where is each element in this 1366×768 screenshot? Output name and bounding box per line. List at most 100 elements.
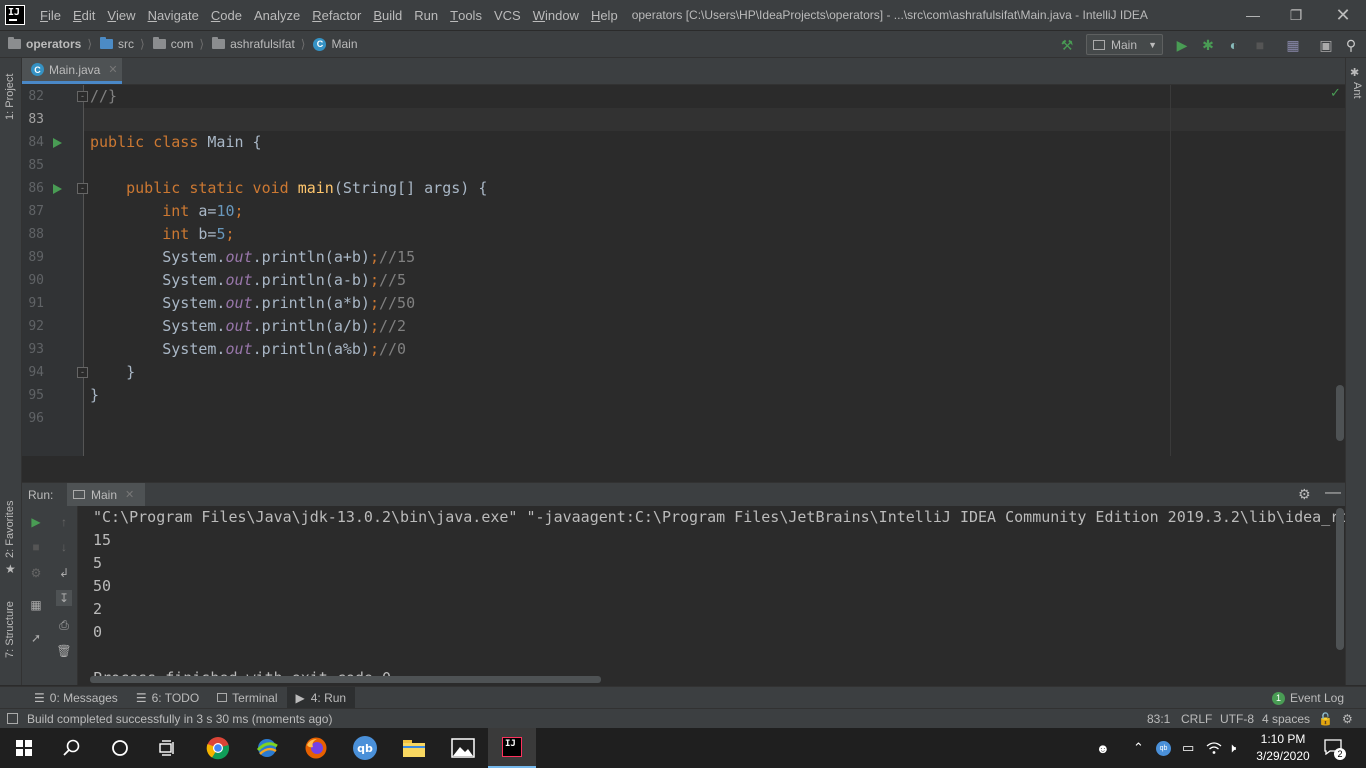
run-configuration-select[interactable]: Main ▼ [1086, 34, 1163, 55]
breadcrumb-src[interactable]: src ⟩ [92, 31, 145, 57]
menu-tools[interactable]: Tools [444, 0, 488, 30]
menu-view[interactable]: View [101, 0, 141, 30]
wifi-icon[interactable] [1206, 728, 1222, 768]
favorites-tool-button[interactable]: 2: Favorites [4, 501, 16, 558]
gutter-run-icon[interactable] [53, 184, 62, 194]
tool-tab-run[interactable]: ▶ 4: Run [286, 686, 356, 709]
run-icon[interactable]: ▶ [1173, 36, 1191, 54]
photos-icon[interactable] [439, 728, 487, 768]
windows-start-icon[interactable] [0, 728, 48, 768]
close-window-icon[interactable]: ✕ [1320, 0, 1366, 30]
close-tab-icon[interactable]: ✕ [108, 63, 117, 76]
line-separator[interactable]: CRLF [1181, 709, 1212, 729]
project-tool-button[interactable]: 1: Project [4, 74, 16, 120]
search-icon[interactable] [48, 728, 96, 768]
trash-icon[interactable]: 🗑 [56, 643, 72, 659]
console-horizontal-scrollbar[interactable] [90, 676, 601, 683]
internet-download-icon[interactable] [243, 728, 291, 768]
menu-code[interactable]: Code [205, 0, 248, 30]
console-output[interactable]: "C:\Program Files\Java\jdk-13.0.2\bin\ja… [78, 506, 1345, 685]
hide-panel-icon[interactable]: — [1325, 484, 1341, 502]
menu-navigate[interactable]: Navigate [142, 0, 205, 30]
menu-analyze[interactable]: Analyze [248, 0, 306, 30]
tool-tab-terminal[interactable]: Terminal [208, 687, 286, 709]
tool-windows-icon[interactable] [7, 713, 18, 724]
chrome-icon[interactable] [194, 728, 242, 768]
inspector-icon[interactable]: ⚙ [1342, 709, 1353, 729]
menu-run[interactable]: Run [408, 0, 444, 30]
presentation-icon[interactable]: ▣ [1317, 36, 1335, 54]
menu-refactor[interactable]: Refactor [306, 0, 367, 30]
clock[interactable]: 1:10 PM 3/29/2020 [1248, 731, 1318, 765]
arrow-up-icon[interactable]: ↑ [56, 514, 72, 530]
fold-marker-icon[interactable]: - [77, 367, 88, 378]
chevron-up-icon[interactable]: ⌃ [1133, 728, 1144, 768]
cortana-icon[interactable] [96, 728, 144, 768]
menu-build[interactable]: Build [367, 0, 408, 30]
layout-icon[interactable]: ▦ [28, 597, 44, 613]
run-with-coverage-icon[interactable]: ◐ [1225, 36, 1243, 54]
tool-tab-messages[interactable]: ☰ 0: Messages [25, 687, 127, 709]
fold-marker-icon[interactable]: - [77, 91, 88, 102]
qbittorrent-tray-icon[interactable]: qb [1156, 728, 1171, 768]
ant-tool-button[interactable]: Ant [1351, 82, 1363, 99]
soft-wrap-icon[interactable]: ↲ [56, 565, 72, 581]
breadcrumb-main[interactable]: C Main [305, 31, 358, 57]
intellij-logo-icon[interactable]: IJ [5, 5, 25, 25]
dump-threads-icon[interactable]: ⚙ [28, 565, 44, 581]
editor-run-splitter[interactable] [22, 456, 1345, 482]
caret-position[interactable]: 83:1 [1147, 709, 1170, 729]
breadcrumb-ashrafulsifat[interactable]: ashrafulsifat ⟩ [204, 31, 305, 57]
event-log-button[interactable]: 1 Event Log [1271, 687, 1344, 709]
build-hammer-icon[interactable]: ⚒ [1058, 36, 1076, 54]
breadcrumb-project[interactable]: operators ⟩ [0, 31, 92, 57]
file-encoding[interactable]: UTF-8 [1220, 709, 1254, 729]
pin-icon[interactable]: ➚ [28, 630, 44, 646]
task-view-icon[interactable] [144, 728, 192, 768]
line-number: 87 [28, 204, 44, 219]
project-structure-icon[interactable]: ▦ [1284, 36, 1302, 54]
stop-icon[interactable]: ■ [1251, 36, 1269, 54]
menu-vcs[interactable]: VCS [488, 0, 527, 30]
console-vertical-scrollbar[interactable] [1336, 508, 1344, 650]
close-tab-icon[interactable]: ✕ [125, 488, 134, 501]
notifications-icon[interactable]: 2 [1324, 728, 1346, 768]
menu-help[interactable]: Help [585, 0, 624, 30]
settings-gear-icon[interactable]: ⚙ [1298, 486, 1311, 503]
power-icon[interactable]: ▭ [1182, 728, 1194, 768]
menu-edit[interactable]: Edit [67, 0, 101, 30]
tool-tab-todo[interactable]: ☰ 6: TODO [127, 687, 208, 709]
scroll-to-end-icon[interactable]: ↧ [56, 590, 72, 606]
structure-tool-button[interactable]: 7: Structure [4, 601, 16, 658]
line-number: 88 [28, 227, 44, 242]
menu-window[interactable]: Window [527, 0, 585, 30]
rerun-icon[interactable]: ▶ [28, 514, 44, 530]
breadcrumb-com[interactable]: com ⟩ [145, 31, 204, 57]
code-line: int a=10; [162, 202, 244, 220]
code-line: } [90, 363, 136, 381]
run-tool-label: Run: [28, 487, 54, 502]
file-explorer-icon[interactable] [390, 728, 438, 768]
tab-main-java[interactable]: C Main.java ✕ [22, 58, 122, 84]
arrow-down-icon[interactable]: ↓ [56, 539, 72, 555]
restore-icon[interactable]: ❐ [1273, 0, 1319, 30]
stop-icon[interactable]: ■ [28, 539, 44, 555]
print-icon[interactable]: ⎙ [56, 617, 72, 633]
indent-setting[interactable]: 4 spaces [1262, 709, 1310, 729]
search-everywhere-icon[interactable]: ⚲ [1342, 36, 1360, 54]
volume-icon[interactable]: 🕨 [1228, 728, 1236, 768]
debug-icon[interactable]: ✱ [1199, 36, 1217, 54]
firefox-icon[interactable] [292, 728, 340, 768]
qbittorrent-icon[interactable]: qb [341, 728, 389, 768]
fold-marker-icon[interactable]: - [77, 183, 88, 194]
menu-file[interactable]: File [34, 0, 67, 30]
todo-icon: ☰ [135, 690, 147, 705]
run-tab-main[interactable]: Main ✕ [67, 483, 145, 506]
people-icon[interactable]: ☻ [1096, 728, 1110, 768]
intellij-taskbar-icon[interactable]: IJ [488, 728, 536, 768]
code-editor[interactable]: 82 83 84 85 86 87 88 89 90 91 92 93 94 95 96 //} public… [22, 85, 1345, 456]
editor-scrollbar[interactable] [1336, 385, 1344, 441]
gutter-run-icon[interactable] [53, 138, 62, 148]
lock-icon[interactable]: 🔓 [1318, 709, 1333, 729]
minimize-icon[interactable]: — [1230, 0, 1276, 30]
